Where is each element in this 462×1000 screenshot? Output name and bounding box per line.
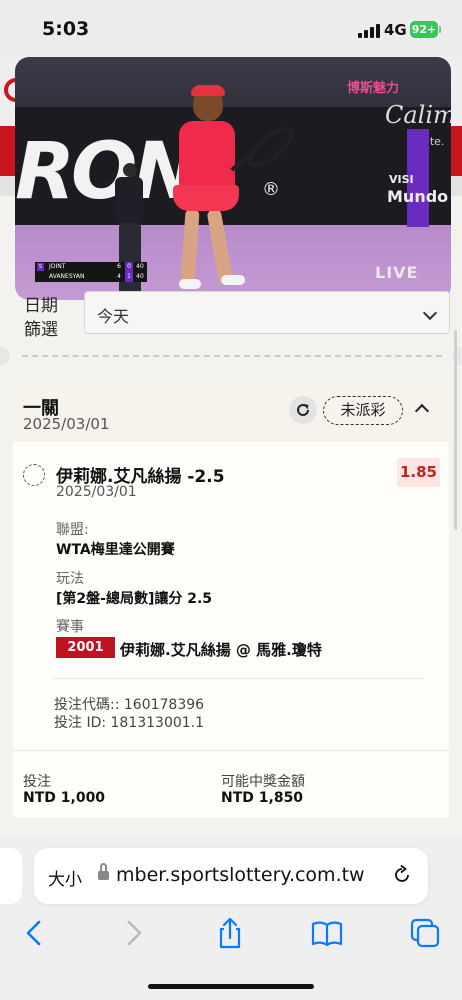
date-filter-select[interactable]: 今天 — [84, 291, 450, 334]
status-time: 5:03 — [42, 18, 90, 40]
scoreboard-row: S JOINT 6 0 40 — [37, 262, 144, 272]
market-value: [第2盤-總局數]讓分 2.5 — [56, 591, 213, 607]
odds-badge: 1.85 — [397, 458, 440, 487]
video-side-mundo: Mundo — [387, 187, 449, 206]
bet-card: 一關 2025/03/01 未派彩 伊莉娜.艾凡絲揚 -2.5 2025/03/… — [13, 384, 449, 818]
card-separator — [53, 678, 423, 679]
forward-icon[interactable] — [116, 916, 150, 950]
scoreboard-row: AVANESYAN 4 1 40 — [49, 272, 144, 282]
chevron-down-icon — [422, 305, 438, 321]
signal-icon — [358, 24, 380, 38]
scrollbar[interactable] — [454, 330, 457, 530]
refresh-icon — [297, 403, 309, 416]
video-banner-reg: ® — [262, 179, 280, 200]
bet-placed-date: 2025/03/01 — [23, 415, 110, 433]
date-filter-label-line2: 篩選 — [24, 320, 58, 340]
market-label: 玩法 — [56, 571, 84, 587]
text-size-button[interactable]: 大小 — [48, 865, 82, 890]
ticket-divider — [22, 355, 442, 357]
battery-tip — [439, 26, 441, 33]
pip-video-player[interactable]: RON ® 博斯魅力 Calim ciente. VISI Mundo S JO… — [15, 57, 451, 300]
league-label: 聯盟: — [56, 522, 89, 538]
selection-date: 2025/03/01 — [56, 484, 137, 500]
chevron-up-icon[interactable] — [414, 403, 430, 419]
league-value: WTA梅里達公開賽 — [56, 542, 175, 558]
date-filter-label: 日期 篩選 — [24, 294, 58, 342]
address-bar[interactable]: 大小 mber.sportslottery.com.tw — [34, 848, 428, 904]
video-side-visa: VISI — [389, 173, 414, 186]
tennis-player-figure — [165, 85, 245, 290]
bet-card-header: 一關 2025/03/01 未派彩 — [13, 384, 449, 442]
previous-tab-preview[interactable] — [0, 848, 22, 904]
event-match: 伊莉娜.艾凡絲揚 @ 馬雅.瓊特 — [120, 641, 322, 659]
payout-value: NTD 1,850 — [221, 790, 304, 806]
tabs-icon[interactable] — [408, 916, 442, 950]
home-indicator — [148, 984, 314, 989]
scoreboard: S JOINT 6 0 40 AVANESYAN 4 1 40 — [35, 262, 147, 282]
bet-code: 投注代碼:: 160178396 — [54, 697, 205, 713]
back-icon[interactable] — [18, 916, 52, 950]
video-sponsor-1: 博斯魅力 — [347, 81, 400, 96]
server-indicator: S — [37, 263, 44, 271]
status-bar: 5:03 4G 92+ — [0, 0, 462, 56]
stake-label: 投注 — [23, 774, 51, 790]
bet-id: 投注 ID: 181313001.1 — [54, 715, 205, 731]
url-text[interactable]: mber.sportslottery.com.tw — [116, 864, 365, 886]
payout-label: 可能中獎金額 — [221, 774, 305, 790]
network-type: 4G — [384, 21, 407, 39]
live-label: LIVE — [375, 263, 419, 282]
bookmarks-icon[interactable] — [310, 916, 344, 950]
date-filter-value: 今天 — [97, 307, 130, 326]
lock-icon — [98, 863, 109, 881]
refresh-button[interactable] — [289, 396, 317, 424]
reload-icon[interactable] — [391, 864, 413, 886]
battery-icon: 92+ — [410, 21, 438, 38]
stake-value: NTD 1,000 — [23, 790, 106, 806]
share-icon[interactable] — [213, 916, 247, 950]
settlement-status-badge: 未派彩 — [323, 396, 403, 425]
event-number-badge: 2001 — [56, 637, 115, 658]
event-label: 賽事 — [56, 619, 84, 635]
selection-status-icon — [23, 464, 45, 486]
date-filter-label-line1: 日期 — [24, 296, 58, 316]
video-sponsor-2: Calim — [385, 101, 451, 129]
card-footer-separator — [13, 750, 449, 751]
